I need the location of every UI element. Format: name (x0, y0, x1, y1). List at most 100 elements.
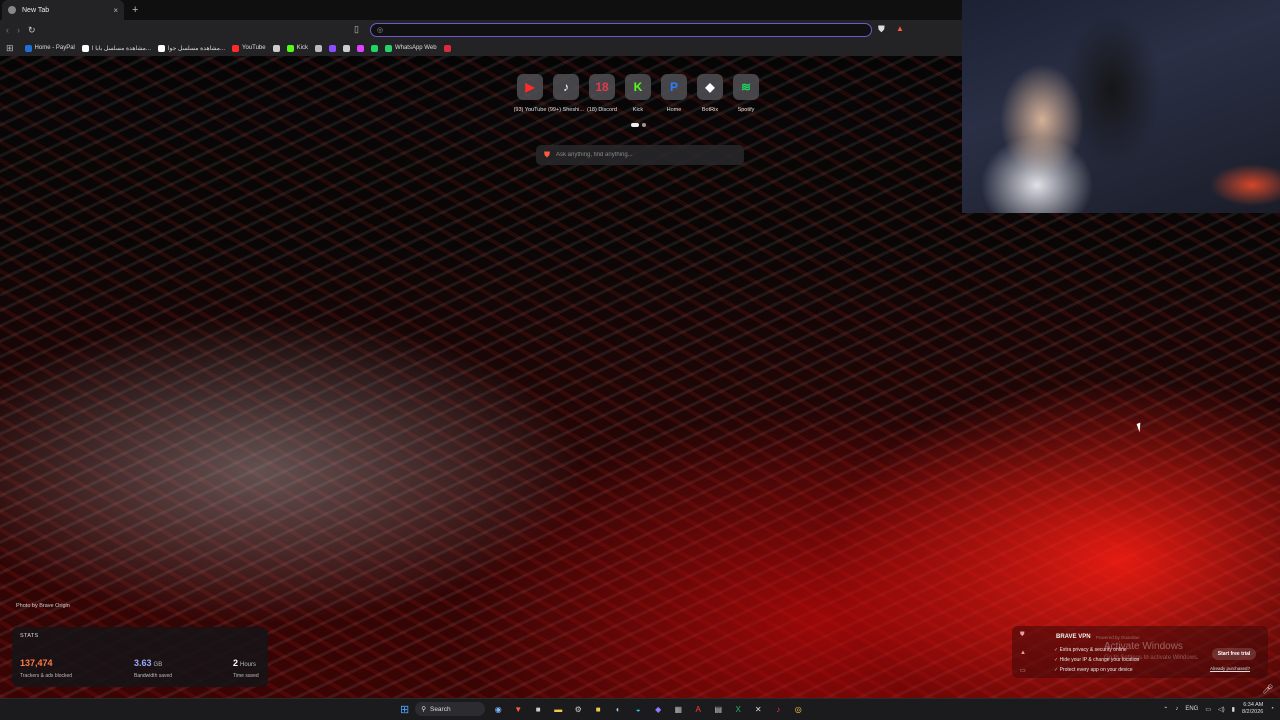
excel-icon[interactable]: X (731, 702, 745, 716)
page-dot-active[interactable] (631, 123, 639, 127)
bookmark-item[interactable]: Kick (286, 44, 308, 52)
vpn-title: BRAVE VPN (1056, 634, 1091, 640)
capcut-icon[interactable]: ✕ (751, 702, 765, 716)
top-site-label: Spotify (737, 107, 755, 113)
settings-icon[interactable]: ⚙ (571, 702, 585, 716)
bookmark-item[interactable]: YouTube (232, 44, 266, 52)
bookmark-item[interactable] (342, 44, 350, 52)
time-value: 2 (233, 658, 239, 668)
stat-trackers: 137,474 Trackers & ads blocked (20, 653, 72, 679)
top-site-label: (18) Discord (587, 107, 617, 113)
tab-close-icon[interactable]: × (113, 6, 118, 15)
already-purchased-link[interactable]: Already purchased? (1210, 666, 1250, 671)
teams-icon[interactable]: ◆ (651, 702, 665, 716)
chevron-up-icon[interactable]: ⌃ (1163, 706, 1168, 713)
top-sites-pagination (631, 123, 646, 127)
battery-icon[interactable]: ▮ (1232, 706, 1235, 713)
top-site-label: (99+) Sheshi... (548, 107, 584, 113)
bandwidth-label: Bandwidth saved (134, 673, 173, 679)
start-free-trial-button[interactable]: Start free trial (1212, 648, 1256, 660)
bookmark-item[interactable] (370, 44, 378, 52)
top-site-tile[interactable]: ◆ BotRix (692, 74, 728, 113)
apps-grid-icon[interactable]: ⊞ (6, 43, 14, 54)
bookmark-label: Home - PayPal (34, 45, 75, 51)
newtab-search-box[interactable]: ⛊ (536, 145, 744, 165)
reload-button[interactable]: ↻ (28, 25, 36, 36)
windows-start-icon[interactable]: ⊞ (400, 703, 409, 716)
network-icon[interactable]: ▭ (1205, 706, 1211, 713)
brave-rewards-icon[interactable]: ▲ (896, 24, 904, 33)
bookmark-item[interactable]: WhatsApp Web (384, 44, 437, 52)
rewards-triangle-icon[interactable]: ▲ (1020, 650, 1026, 656)
bookmark-item[interactable] (328, 44, 336, 52)
bookmark-icon[interactable]: ▯ (354, 24, 359, 35)
top-site-tile[interactable]: ♪ (99+) Sheshi... (548, 74, 584, 113)
trackers-label: Trackers & ads blocked (20, 673, 73, 679)
brave-vpn-card: ⛊ ▲ ▭ BRAVE VPN Powered by Guardian Extr… (1012, 626, 1268, 678)
mic-tray-icon[interactable]: ♪ (1175, 706, 1178, 712)
edge-icon[interactable]: ◒ (631, 702, 645, 716)
bookmark-item[interactable]: Home - PayPal (24, 44, 75, 52)
top-site-tile[interactable]: 18 (18) Discord (584, 74, 620, 113)
address-input[interactable] (387, 26, 871, 34)
bookmark-item[interactable] (356, 44, 364, 52)
taskbar-clock[interactable]: 6:34 AM 8/2/2026 (1242, 702, 1263, 716)
bookmark-label: Kick (296, 45, 308, 51)
back-button[interactable]: ‹ (6, 25, 9, 35)
page-dot[interactable] (642, 123, 646, 127)
store-icon[interactable]: ■ (531, 702, 545, 716)
taskbar-search-label: Search (429, 705, 451, 713)
trackers-value: 137,474 (20, 658, 53, 668)
tab-strip: New Tab × + (0, 0, 962, 20)
bookmark-item[interactable] (272, 44, 280, 52)
bookmark-favicon-icon (384, 44, 392, 52)
top-site-icon: ◆ (697, 74, 723, 100)
top-site-tile[interactable]: ≋ Spotify (728, 74, 764, 113)
new-tab-button[interactable]: + (132, 4, 138, 16)
taskbar-search[interactable]: ⚲ Search (415, 702, 486, 716)
address-bar[interactable]: ◎ (370, 23, 872, 37)
photo-credit[interactable]: Photo by Brave Origin (16, 603, 70, 609)
top-site-icon: 18 (589, 74, 615, 100)
top-site-label: BotRix (701, 107, 719, 113)
microphone-icon[interactable]: 🎤︎ (1262, 684, 1273, 695)
tiktok-icon[interactable]: ♪ (771, 702, 785, 716)
top-site-tile[interactable]: ▶ (93) YouTube (512, 74, 548, 113)
stats-widget: STATS 137,474 Trackers & ads blocked 3.6… (12, 627, 268, 687)
bookmark-item[interactable]: مشاهدة مسلسل بابا ا... (81, 44, 151, 52)
explorer-icon[interactable]: ▬ (551, 702, 565, 716)
bookmark-item[interactable] (314, 44, 322, 52)
bookmark-item[interactable]: مشاهدة مسلسل جوا... (157, 44, 225, 52)
calculator-icon[interactable]: ▦ (671, 702, 685, 716)
forward-button[interactable]: › (17, 25, 20, 35)
bookmark-label: مشاهدة مسلسل بابا ا... (91, 45, 151, 52)
brave-icon[interactable]: ▼ (511, 702, 525, 716)
vpn-shield-icon[interactable]: ⛊ (1020, 632, 1026, 639)
webcam-overlay (962, 0, 1280, 213)
wallet-icon[interactable]: ▭ (1020, 667, 1026, 674)
activate-windows-subtitle: Go to Settings to activate Windows. (1104, 655, 1199, 661)
notification-bell-icon[interactable]: ◔ (1270, 706, 1274, 712)
acrobat-icon[interactable]: A (691, 702, 705, 716)
bookmark-favicon-icon (157, 44, 165, 52)
newtab-search-input[interactable] (556, 152, 726, 158)
steam-icon[interactable]: ◐ (611, 702, 625, 716)
app-icon[interactable]: ■ (591, 702, 605, 716)
chrome-icon[interactable]: ◎ (791, 702, 805, 716)
volume-icon[interactable]: ◁) (1218, 706, 1225, 713)
top-site-tile[interactable]: P Home (656, 74, 692, 113)
bookmark-favicon-icon (81, 44, 89, 52)
top-site-tile[interactable]: K Kick (620, 74, 656, 113)
top-site-icon: ♪ (553, 74, 579, 100)
bookmark-favicon-icon (356, 44, 364, 52)
card-side-controls: ⛊ ▲ ▭ (1020, 632, 1026, 674)
bookmark-label: WhatsApp Web (394, 45, 437, 51)
notepad-icon[interactable]: ▤ (711, 702, 725, 716)
tab-new-tab[interactable]: New Tab × (2, 0, 124, 20)
top-site-icon: ▶ (517, 74, 543, 100)
tab-favicon-icon (8, 6, 16, 14)
language-indicator[interactable]: ENG (1185, 706, 1198, 712)
copilot-icon[interactable]: ◉ (491, 702, 505, 716)
brave-shields-icon[interactable]: ⛊ (878, 24, 885, 35)
bookmark-item[interactable] (443, 44, 451, 52)
